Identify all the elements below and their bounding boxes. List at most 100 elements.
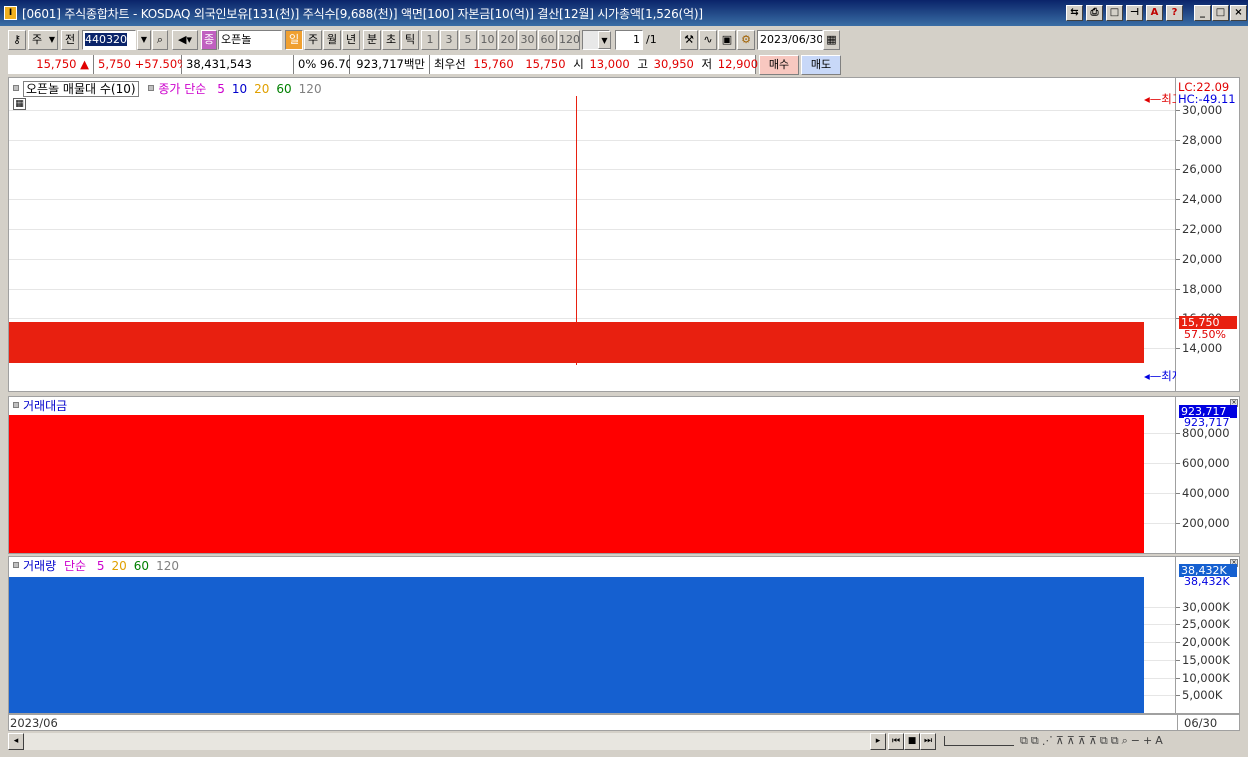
volume-chart-panel[interactable]: 거래량 단순 5 20 60 120: [8, 556, 1176, 714]
speaker-icon[interactable]: ◀▾: [172, 30, 198, 50]
x-axis: 2023/06 06/30: [8, 714, 1240, 731]
first-icon[interactable]: ⏮: [888, 733, 904, 750]
tick-label: 15,000K: [1182, 652, 1230, 667]
x-axis-right-label: 06/30: [1184, 716, 1218, 730]
interval-10[interactable]: 10: [478, 30, 497, 50]
tick-mark: [1176, 463, 1180, 465]
price-change: 5,750 +57.50%: [94, 55, 188, 74]
tick-label: 600,000: [1182, 456, 1230, 471]
help-icon[interactable]: ?: [1166, 5, 1183, 21]
count-input[interactable]: 1: [615, 30, 643, 50]
tick-mark: [1176, 109, 1180, 111]
sell-button[interactable]: 매도: [801, 55, 841, 75]
pin-icon[interactable]: ⊣: [1126, 5, 1143, 21]
tick-label: 5,000K: [1182, 688, 1223, 703]
amount-chart-panel[interactable]: 거래대금: [8, 396, 1176, 554]
legend-square-icon: [13, 562, 19, 568]
volume-value: 38,431,543: [182, 55, 294, 74]
ma-period-10[interactable]: 10: [232, 82, 247, 96]
period-tick[interactable]: 틱: [401, 30, 419, 50]
gear-icon[interactable]: ⚙: [737, 30, 755, 50]
ma-label[interactable]: 종가 단순: [158, 82, 206, 96]
tick-label: 24,000: [1182, 192, 1223, 207]
interval-3[interactable]: 3: [440, 30, 458, 50]
tick-mark: [1176, 229, 1180, 231]
grid-icon[interactable]: ▦: [13, 98, 26, 110]
low-marker: ◂—최저: [1144, 369, 1176, 383]
calendar-icon[interactable]: ▦: [823, 30, 840, 50]
volume-ma-period-5[interactable]: 5: [97, 559, 105, 573]
search-icon[interactable]: ⌕: [152, 30, 168, 50]
period-year[interactable]: 년: [342, 30, 360, 50]
tick-mark: [1176, 169, 1180, 171]
hammer-icon[interactable]: ⚒: [680, 30, 698, 50]
ma-period-60[interactable]: 60: [276, 82, 291, 96]
tick-mark: [1176, 624, 1180, 626]
amount-bar[interactable]: [9, 414, 1144, 553]
volume-ma-period-20[interactable]: 20: [112, 559, 127, 573]
maximize-button[interactable]: □: [1212, 5, 1229, 21]
scroll-track[interactable]: [24, 733, 870, 750]
chevron-down-icon[interactable]: ▼: [137, 30, 151, 50]
interval-1[interactable]: 1: [421, 30, 439, 50]
price-y-axis: LC:22.09 HC:-49.11 30,000 28,000 26,000 24,…: [1176, 77, 1240, 392]
minimize-button[interactable]: _: [1194, 5, 1211, 21]
tick-label: 18,000: [1182, 281, 1223, 296]
stop-icon[interactable]: ■: [904, 733, 920, 750]
period-day[interactable]: 일: [285, 30, 303, 50]
stock-name-field[interactable]: 오픈놀: [218, 30, 282, 50]
candle-wick: [576, 95, 577, 365]
volume-bar[interactable]: [9, 576, 1144, 713]
legend-name[interactable]: 오픈놀 매물대 수(10): [23, 81, 139, 97]
interval-5[interactable]: 5: [459, 30, 477, 50]
ma-period-120[interactable]: 120: [299, 82, 322, 96]
save-icon[interactable]: ▣: [718, 30, 736, 50]
ma-period-5[interactable]: 5: [217, 82, 225, 96]
amount-y-axis: × 923,717 923,717 800,000 600,000 400,000 2…: [1176, 396, 1240, 554]
tick-mark: [1176, 348, 1180, 350]
scroll-right-icon[interactable]: ▸: [870, 733, 886, 750]
drawing-tools-icon[interactable]: ⧉⧉⋰⊼⊼⊼⊼⧉⧉⌕−+A: [1020, 734, 1166, 748]
interval-30[interactable]: 30: [518, 30, 537, 50]
buy-button[interactable]: 매수: [759, 55, 799, 75]
type-select[interactable]: 주 ▼: [28, 30, 58, 50]
close-button[interactable]: ×: [1230, 5, 1247, 21]
prev-button[interactable]: 전: [61, 30, 79, 50]
period-minute[interactable]: 분: [363, 30, 381, 50]
volume-value-text: 38,432K: [1184, 575, 1230, 588]
legend-square-icon: [148, 85, 155, 91]
volume-ma-period-60[interactable]: 60: [134, 559, 149, 573]
scroll-left-icon[interactable]: ◂: [8, 733, 24, 750]
volume-legend-name[interactable]: 거래량: [23, 559, 56, 573]
font-icon[interactable]: A: [1146, 5, 1163, 21]
tick-mark: [1176, 258, 1180, 260]
window-icon[interactable]: □: [1106, 5, 1123, 21]
interval-60[interactable]: 60: [538, 30, 557, 50]
last-icon[interactable]: ⏭: [920, 733, 936, 750]
gridline: [9, 318, 1175, 320]
period-week[interactable]: 주: [304, 30, 322, 50]
chevron-down-icon[interactable]: ▼: [598, 31, 611, 49]
period-month[interactable]: 월: [323, 30, 341, 50]
chart-tool-icon[interactable]: ∿: [699, 30, 717, 50]
print-icon[interactable]: ⎙: [1086, 5, 1103, 21]
volume-ma-period-120[interactable]: 120: [156, 559, 179, 573]
ma-period-20[interactable]: 20: [254, 82, 269, 96]
bottom-toolbar: ◂ ▸ ⏮ ■ ⏭ ⧉⧉⋰⊼⊼⊼⊼⧉⧉⌕−+A: [8, 733, 1240, 750]
price-chart-panel[interactable]: 오픈놀 매물대 수(10) 종가 단순 5 10 20 60 120 ▦: [8, 77, 1176, 392]
period-second[interactable]: 초: [382, 30, 400, 50]
code-input[interactable]: 440320: [82, 30, 136, 50]
volume-ma-label[interactable]: 단순: [64, 559, 86, 573]
date-input[interactable]: 2023/06/30: [757, 30, 823, 50]
interval-20[interactable]: 20: [498, 30, 517, 50]
tick-mark: [1176, 642, 1180, 643]
legend-square-icon: [13, 85, 19, 91]
ratio-value: 0% 96.70%: [294, 55, 364, 74]
zoom-slider[interactable]: [944, 736, 1014, 746]
link-icon[interactable]: ⇆: [1066, 5, 1083, 21]
amount-value: 923,717백만: [350, 55, 430, 74]
interval-120[interactable]: 120: [558, 30, 580, 50]
amount-legend-name[interactable]: 거래대금: [23, 399, 67, 413]
lock-icon[interactable]: ⚷: [8, 30, 26, 50]
volume-y-axis: × 38,432K 38,432K 30,000K 25,000K 20,000K 1…: [1176, 556, 1240, 714]
